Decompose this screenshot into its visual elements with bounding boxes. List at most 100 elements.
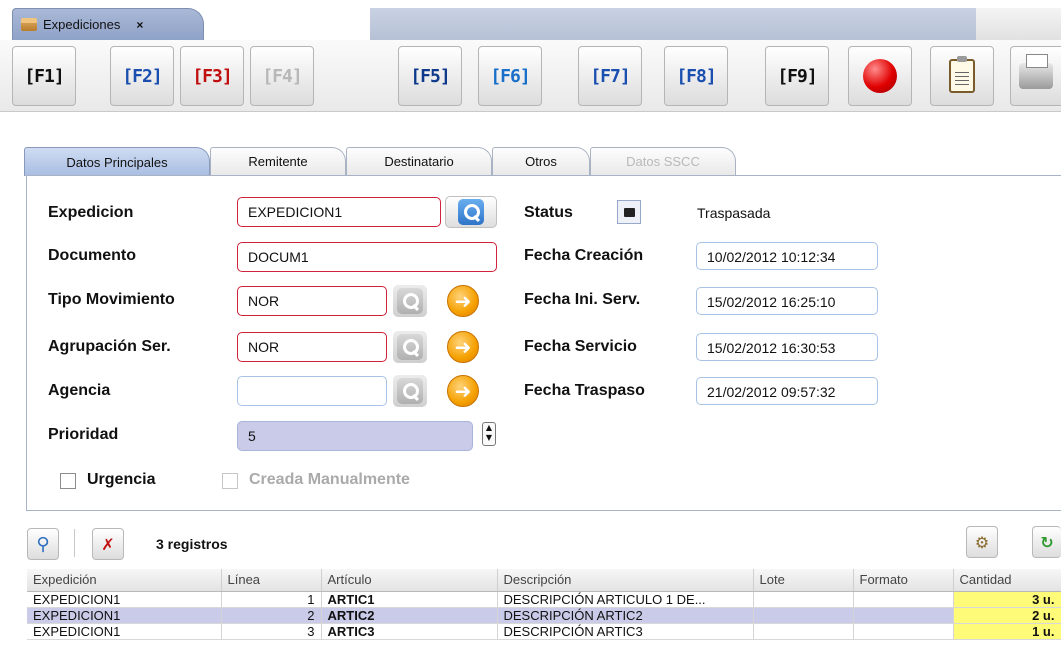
cell-cantidad: 1 u. — [953, 623, 1061, 640]
grid-clear-filter-button[interactable]: ✗ — [92, 528, 124, 560]
tab-expediciones[interactable]: Expediciones × — [12, 8, 204, 40]
spin-up-icon[interactable]: ▲ — [483, 423, 495, 433]
status-label: Status — [524, 204, 573, 221]
status-value: Traspasada — [697, 205, 771, 221]
arrow-right-icon: ➜ — [454, 335, 472, 359]
table-row[interactable]: EXPEDICION1 1 ARTIC1 DESCRIPCIÓN ARTICUL… — [27, 591, 1061, 608]
f8-next-button[interactable]: [F8] — [664, 46, 728, 106]
column-header-lote[interactable]: Lote — [753, 569, 854, 592]
records-count: 3 registros — [156, 536, 228, 552]
grid-export-button[interactable]: ↻ — [1032, 526, 1061, 558]
spin-down-icon[interactable]: ▼ — [483, 433, 495, 443]
package-icon — [21, 18, 37, 31]
tab-datos-principales[interactable]: Datos Principales — [24, 147, 210, 176]
tab-remitente[interactable]: Remitente — [210, 147, 346, 175]
f3-icon: [F3] — [192, 65, 232, 87]
cell-lote — [753, 591, 854, 608]
cell-articulo: ARTIC2 — [321, 607, 498, 624]
grid-settings-button[interactable]: ⚙ — [966, 526, 998, 558]
documento-input[interactable]: DOCUM1 — [237, 242, 497, 272]
urgencia-checkbox[interactable] — [60, 473, 76, 489]
fecha-creacion-label: Fecha Creación — [524, 247, 644, 264]
tipo-movimiento-label: Tipo Movimiento — [48, 291, 175, 308]
f2-new-button[interactable]: [F2] — [110, 46, 174, 106]
tab-strip-background — [370, 8, 976, 40]
table-row[interactable]: EXPEDICION1 3 ARTIC3 DESCRIPCIÓN ARTIC3 … — [27, 623, 1061, 640]
stop-button[interactable] — [848, 46, 912, 106]
status-indicator-icon — [623, 207, 635, 217]
fecha-servicio-label: Fecha Servicio — [524, 338, 637, 355]
agencia-go-button[interactable]: ➜ — [447, 375, 479, 407]
agrupacion-go-button[interactable]: ➜ — [447, 331, 479, 363]
tab-otros[interactable]: Otros — [492, 147, 590, 175]
tab-title: Expediciones — [43, 17, 121, 32]
column-header-cantidad[interactable]: Cantidad — [953, 569, 1061, 592]
tab-destinatario[interactable]: Destinatario — [346, 147, 492, 175]
main-toolbar: [F1] [F2] [F3] [F4] [F5] [F6] [F7] [F8] … — [0, 40, 1061, 112]
f8-icon: [F8] — [676, 65, 716, 87]
fecha-traspaso-label: Fecha Traspaso — [524, 382, 645, 399]
f5-save-button[interactable]: [F5] — [398, 46, 462, 106]
f9-icon: [F9] — [777, 65, 817, 87]
urgencia-label: Urgencia — [87, 471, 156, 488]
cell-descripcion: DESCRIPCIÓN ARTICULO 1 DE... — [497, 591, 754, 608]
agrupacion-search-button[interactable] — [393, 331, 427, 363]
expedicion-search-button[interactable] — [445, 196, 497, 228]
search-icon — [397, 334, 423, 360]
cell-cantidad: 3 u. — [953, 591, 1061, 608]
close-tab-button[interactable]: × — [136, 18, 143, 32]
prioridad-input[interactable]: 5 — [237, 421, 473, 451]
fecha-traspaso-field: 21/02/2012 09:57:32 — [696, 377, 878, 405]
fecha-servicio-field: 15/02/2012 16:30:53 — [696, 333, 878, 361]
f7-previous-button[interactable]: [F7] — [578, 46, 642, 106]
column-header-linea[interactable]: Línea — [221, 569, 322, 592]
agencia-search-button[interactable] — [393, 375, 427, 407]
agencia-input[interactable] — [237, 376, 387, 406]
f6-icon: [F6] — [490, 65, 530, 87]
prioridad-spinner[interactable]: ▲ ▼ — [482, 422, 496, 446]
tipo-movimiento-go-button[interactable]: ➜ — [447, 285, 479, 317]
tipo-movimiento-input[interactable]: NOR — [237, 286, 387, 316]
expedicion-input[interactable]: EXPEDICION1 — [237, 197, 441, 227]
clear-filter-icon: ✗ — [101, 534, 115, 554]
creada-manualmente-checkbox[interactable] — [222, 473, 238, 489]
f9-button[interactable]: [F9] — [765, 46, 829, 106]
clipboard-icon — [949, 56, 975, 93]
prioridad-label: Prioridad — [48, 426, 119, 443]
agrupacion-label: Agrupación Ser. — [48, 338, 171, 355]
tab-datos-sscc[interactable]: Datos SSCC — [590, 147, 736, 175]
column-header-articulo[interactable]: Artículo — [321, 569, 498, 592]
f1-help-button[interactable]: [F1] — [12, 46, 76, 106]
search-icon — [397, 288, 423, 314]
tipo-movimiento-search-button[interactable] — [393, 285, 427, 317]
f7-icon: [F7] — [590, 65, 630, 87]
cell-articulo: ARTIC1 — [321, 591, 498, 608]
arrow-right-icon: ➜ — [454, 289, 472, 313]
cell-linea: 3 — [221, 623, 322, 640]
table-header-row: Expedición Línea Artículo Descripción Lo… — [27, 569, 1061, 592]
list-button[interactable] — [930, 46, 994, 106]
cell-descripcion: DESCRIPCIÓN ARTIC3 — [497, 623, 754, 640]
f6-refresh-button[interactable]: [F6] — [478, 46, 542, 106]
red-circle-icon — [863, 59, 897, 93]
status-button[interactable] — [617, 200, 641, 224]
agrupacion-input[interactable]: NOR — [237, 332, 387, 362]
table-row[interactable]: EXPEDICION1 2 ARTIC2 DESCRIPCIÓN ARTIC2 … — [27, 607, 1061, 624]
tab-strip-tail — [976, 8, 1061, 40]
fecha-ini-serv-field: 15/02/2012 16:25:10 — [696, 287, 878, 315]
agencia-label: Agencia — [48, 382, 111, 399]
cell-expedicion: EXPEDICION1 — [27, 591, 222, 608]
export-icon: ↻ — [1040, 532, 1054, 552]
f3-delete-button[interactable]: [F3] — [180, 46, 244, 106]
f4-button[interactable]: [F4] — [250, 46, 314, 106]
search-icon — [397, 378, 423, 404]
grid-search-button[interactable]: ⚲ — [27, 528, 59, 560]
f5-icon: [F5] — [410, 65, 450, 87]
column-header-formato[interactable]: Formato — [853, 569, 954, 592]
print-button[interactable] — [1010, 46, 1061, 106]
column-header-descripcion[interactable]: Descripción — [497, 569, 754, 592]
cell-expedicion: EXPEDICION1 — [27, 623, 222, 640]
column-header-expedicion[interactable]: Expedición — [27, 569, 222, 592]
cell-formato — [853, 591, 954, 608]
f2-icon: [F2] — [122, 65, 162, 87]
